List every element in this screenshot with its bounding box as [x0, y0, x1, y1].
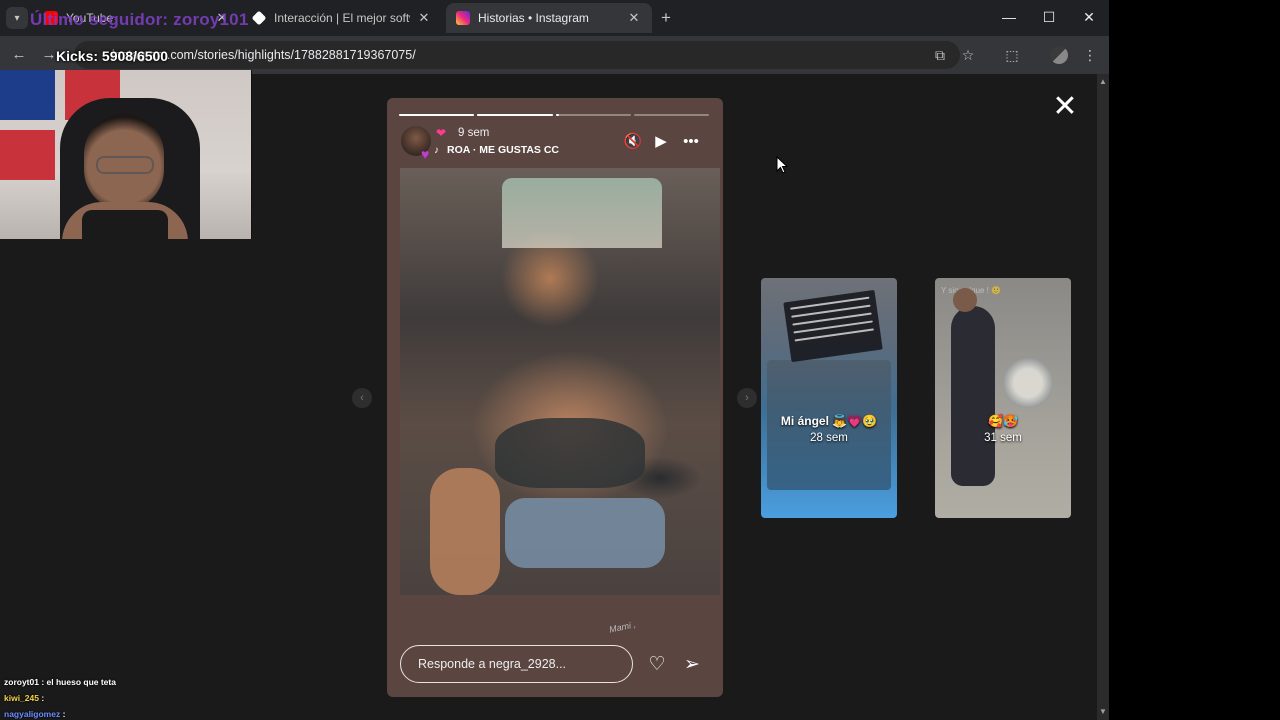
play-icon[interactable]: ▶ [651, 132, 671, 152]
close-story-viewer-button[interactable]: ✕ [1052, 92, 1078, 122]
preview-person [951, 306, 995, 486]
story-card: ❤ 9 sem ♥ ♪ ROA · ME GUSTAS CC 🔇 ▶ ••• M… [387, 98, 723, 697]
mouse-cursor-icon [776, 156, 788, 174]
flag-quadrant [0, 70, 55, 120]
scroll-up-arrow-icon[interactable]: ▲ [1098, 77, 1108, 87]
highlight-title: Mi ángel 👼💗🥹 [780, 414, 878, 428]
kebab-menu-icon[interactable]: ⋮ [1080, 45, 1100, 65]
story-progress-segment [555, 114, 631, 116]
close-window-button[interactable]: ✕ [1069, 0, 1109, 34]
close-tab-icon[interactable]: ✕ [626, 10, 642, 26]
address-bar[interactable]: instagram.com/stories/highlights/1788288… [74, 41, 960, 69]
chat-message: nagyaligomez : [4, 706, 244, 720]
highlight-preview-card[interactable]: Mi ángel 👼💗🥹 28 sem [761, 278, 897, 518]
minimize-button[interactable]: — [989, 0, 1029, 34]
tab-label: Interacción | El mejor software [274, 11, 410, 25]
kicks-counter-overlay: Kicks: 5908/6500 [56, 48, 169, 64]
story-progress-fill [555, 114, 560, 116]
tab-search-icon[interactable]: ▾ [6, 7, 28, 29]
back-arrow-icon[interactable]: ← [8, 44, 30, 66]
profile-icon[interactable] [1050, 46, 1068, 64]
chat-message: zoroyt01 : el hueso que teta [4, 674, 244, 690]
scroll-down-arrow-icon[interactable]: ▼ [1098, 707, 1108, 717]
photo-detail [430, 468, 500, 595]
purple-heart-icon: ♥ [421, 146, 430, 162]
flag-quadrant [0, 130, 55, 180]
chat-username: zoroyt01 [4, 677, 39, 687]
story-progress-segment [399, 114, 475, 116]
more-options-icon[interactable]: ••• [681, 132, 701, 152]
instagram-favicon-icon [456, 11, 470, 25]
last-follower-overlay: Último seguidor: zoroy101 [30, 10, 249, 29]
install-app-icon[interactable]: ⧉ [930, 45, 950, 65]
highlight-preview-card[interactable]: Y sigo sigue ! 🙂 🥰🥵 31 sem [935, 278, 1071, 518]
story-progress-bars [399, 114, 709, 117]
streamer-top [82, 210, 168, 239]
tab-interaccion[interactable]: Interacción | El mejor software ✕ [242, 3, 442, 33]
mute-icon[interactable]: 🔇 [623, 132, 643, 152]
story-song-title[interactable]: ROA · ME GUSTAS CC [447, 144, 559, 156]
photo-detail [505, 498, 665, 568]
chat-username: kiwi_245 [4, 693, 39, 703]
chat-username: nagyaligomez [4, 709, 61, 719]
tab-label: Historias • Instagram [478, 11, 589, 25]
like-heart-icon[interactable]: ♡ [646, 654, 668, 676]
preview-mirror [1003, 358, 1053, 408]
new-tab-button[interactable]: + [656, 7, 676, 29]
preview-text-note [783, 289, 883, 363]
next-story-arrow-icon[interactable]: › [737, 388, 757, 408]
story-progress-segment [477, 114, 553, 116]
chat-message: kiwi_245 : [4, 690, 244, 706]
page-scrollbar[interactable]: ▲ ▼ [1097, 74, 1109, 720]
highlight-time: 31 sem [984, 432, 1022, 444]
story-sticker-text: Mami , [608, 619, 637, 635]
story-timestamp: 9 sem [458, 127, 490, 139]
heart-emoji-icon: ❤ [436, 126, 447, 140]
car-window-image [502, 178, 662, 248]
highlight-time: 28 sem [810, 432, 848, 444]
story-progress-fill [477, 114, 553, 116]
diamond-favicon-icon [251, 10, 267, 26]
maximize-button[interactable]: ☐ [1029, 0, 1069, 34]
extensions-icon[interactable]: ⬚ [1002, 45, 1022, 65]
webcam-feed [0, 70, 252, 239]
story-progress-segment [633, 114, 709, 116]
chat-text: : [41, 693, 45, 703]
story-photo[interactable] [400, 168, 720, 595]
reply-input[interactable]: Responde a negra_2928... [400, 645, 633, 683]
highlight-title: 🥰🥵 [988, 414, 1018, 428]
stream-chat-overlay: zoroyt01 : el hueso que teta kiwi_245 : … [4, 674, 244, 720]
photo-detail [495, 418, 645, 488]
music-note-icon: ♪ [434, 145, 439, 156]
streamer-glasses [96, 156, 154, 174]
chat-text: : el hueso que teta [41, 677, 116, 687]
previous-story-arrow-icon[interactable]: ‹ [352, 388, 372, 408]
chat-text: : [62, 709, 66, 719]
send-direct-icon[interactable]: ➢ [681, 654, 703, 676]
tab-instagram-stories[interactable]: Historias • Instagram ✕ [446, 3, 652, 33]
preview-person-head [953, 288, 977, 312]
close-tab-icon[interactable]: ✕ [416, 10, 432, 26]
story-progress-fill [399, 114, 475, 116]
bookmark-star-icon[interactable]: ☆ [958, 45, 978, 65]
reply-placeholder: Responde a negra_2928... [418, 657, 567, 671]
